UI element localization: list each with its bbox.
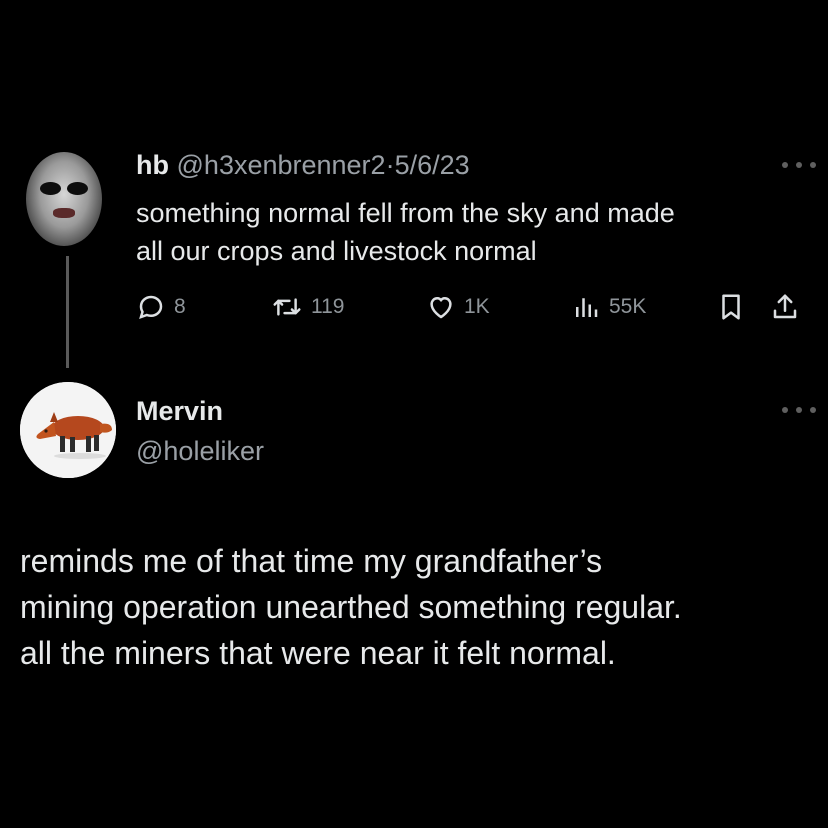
reply-text-line: reminds me of that time my grandfather’s [20, 543, 603, 579]
like-button[interactable]: 1K [426, 290, 490, 324]
reply-display-name[interactable]: Mervin [136, 394, 223, 428]
reply-text-line: all the miners that were near it felt no… [20, 635, 616, 671]
heart-icon [430, 297, 452, 319]
tweet-text-line: something normal fell from the sky and m… [136, 198, 675, 228]
reply-text: reminds me of that time my grandfather’s… [20, 538, 820, 676]
views-button[interactable]: 55K [571, 290, 646, 324]
display-name[interactable]: hb [136, 150, 169, 180]
views-count: 55K [609, 295, 647, 318]
avatar-mervin[interactable] [20, 382, 116, 478]
tweet-header: hb @h3xenbrenner2·5/6/23 [136, 147, 470, 183]
more-icon[interactable] [782, 159, 816, 171]
views-icon [576, 298, 598, 317]
reply-text-line: mining operation unearthed something reg… [20, 589, 682, 625]
user-handle[interactable]: @h3xenbrenner2 [177, 150, 386, 180]
retweet-count: 119 [311, 295, 345, 318]
tweet-action-bar: 8 119 1K 55K [136, 290, 816, 324]
mouth-graphic [53, 208, 75, 218]
share-button[interactable] [770, 290, 800, 324]
retweet-button[interactable]: 119 [271, 290, 344, 324]
tweet-text-line: all our crops and livestock normal [136, 236, 537, 266]
sunglasses-graphic [40, 182, 88, 196]
tweet-date[interactable]: 5/6/23 [395, 150, 470, 180]
share-icon [773, 294, 797, 319]
reply-icon [139, 295, 163, 319]
tweet-text: something normal fell from the sky and m… [136, 194, 806, 270]
thread-connector-line [66, 256, 69, 368]
bookmark-icon [722, 294, 740, 320]
like-count: 1K [464, 295, 490, 318]
reply-count: 8 [174, 295, 186, 318]
fox-figurine-image [20, 382, 116, 478]
reply-more-icon[interactable] [782, 404, 816, 416]
reply-user-handle[interactable]: @holeliker [136, 434, 264, 468]
reply-button[interactable]: 8 [136, 290, 186, 324]
retweet-icon [273, 298, 301, 316]
avatar-hb[interactable] [26, 152, 102, 246]
bookmark-button[interactable] [716, 290, 746, 324]
separator-dot: · [385, 150, 395, 180]
